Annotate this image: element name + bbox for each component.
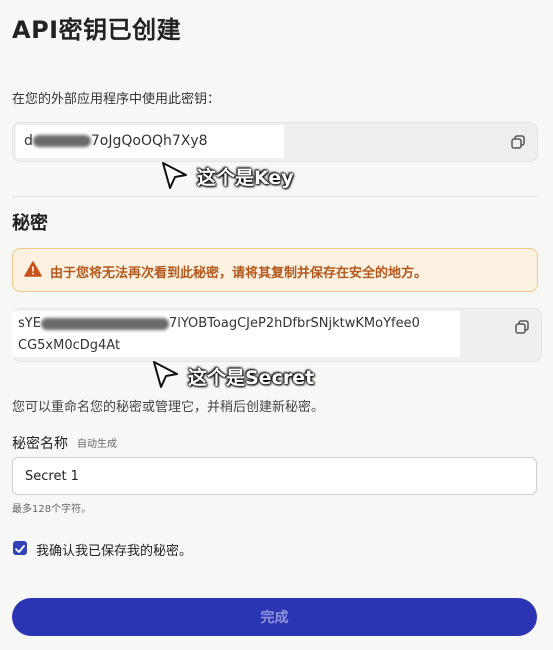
cursor-icon bbox=[160, 161, 190, 195]
secret-value-line2: CG5xM0cDg4At bbox=[18, 338, 121, 353]
secret-name-hint: 最多128个字符。 bbox=[12, 504, 92, 515]
api-key-value: d 7oJgQoOQh7Xy8 bbox=[24, 133, 208, 149]
secret-section-heading: 秘密 bbox=[12, 213, 48, 234]
secret-description: 您可以重命名您的秘密或管理它，并稍后创建新秘密。 bbox=[12, 400, 325, 415]
done-button[interactable]: 完成 bbox=[12, 598, 537, 636]
secret-annotation: 这个是Secret bbox=[188, 367, 315, 389]
secret-name-input[interactable] bbox=[12, 457, 537, 495]
redaction-blur bbox=[40, 317, 169, 330]
secret-value-line1: sYE 7lYOBToagCJeP2hDfbrSNjktwKMoYfee0 bbox=[18, 316, 420, 331]
key-intro-text: 在您的外部应用程序中使用此密钥： bbox=[12, 92, 221, 107]
page-title: API密钥已创建 bbox=[12, 16, 182, 44]
confirm-label[interactable]: 我确认我已保存我的秘密。 bbox=[36, 540, 192, 559]
copy-icon[interactable] bbox=[515, 320, 529, 334]
divider bbox=[12, 196, 538, 197]
check-icon bbox=[15, 545, 25, 553]
api-key-prefix: d bbox=[24, 133, 33, 149]
redaction-blur bbox=[32, 135, 91, 147]
warning-text: 由于您将无法再次看到此秘密，请将其复制并保存在安全的地方。 bbox=[50, 266, 428, 281]
warning-icon bbox=[24, 261, 42, 281]
auto-generated-label: 自动生成 bbox=[77, 439, 117, 450]
secret-line1-suffix: 7lYOBToagCJeP2hDfbrSNjktwKMoYfee0 bbox=[168, 316, 420, 331]
confirm-checkbox[interactable] bbox=[13, 541, 27, 555]
secret-name-label: 秘密名称 bbox=[12, 436, 68, 452]
key-annotation: 这个是Key bbox=[197, 167, 294, 189]
cursor-icon bbox=[151, 360, 181, 394]
copy-icon[interactable] bbox=[511, 135, 525, 149]
secret-prefix: sYE bbox=[18, 316, 41, 331]
api-key-suffix: 7oJgQoOQh7Xy8 bbox=[90, 133, 208, 149]
